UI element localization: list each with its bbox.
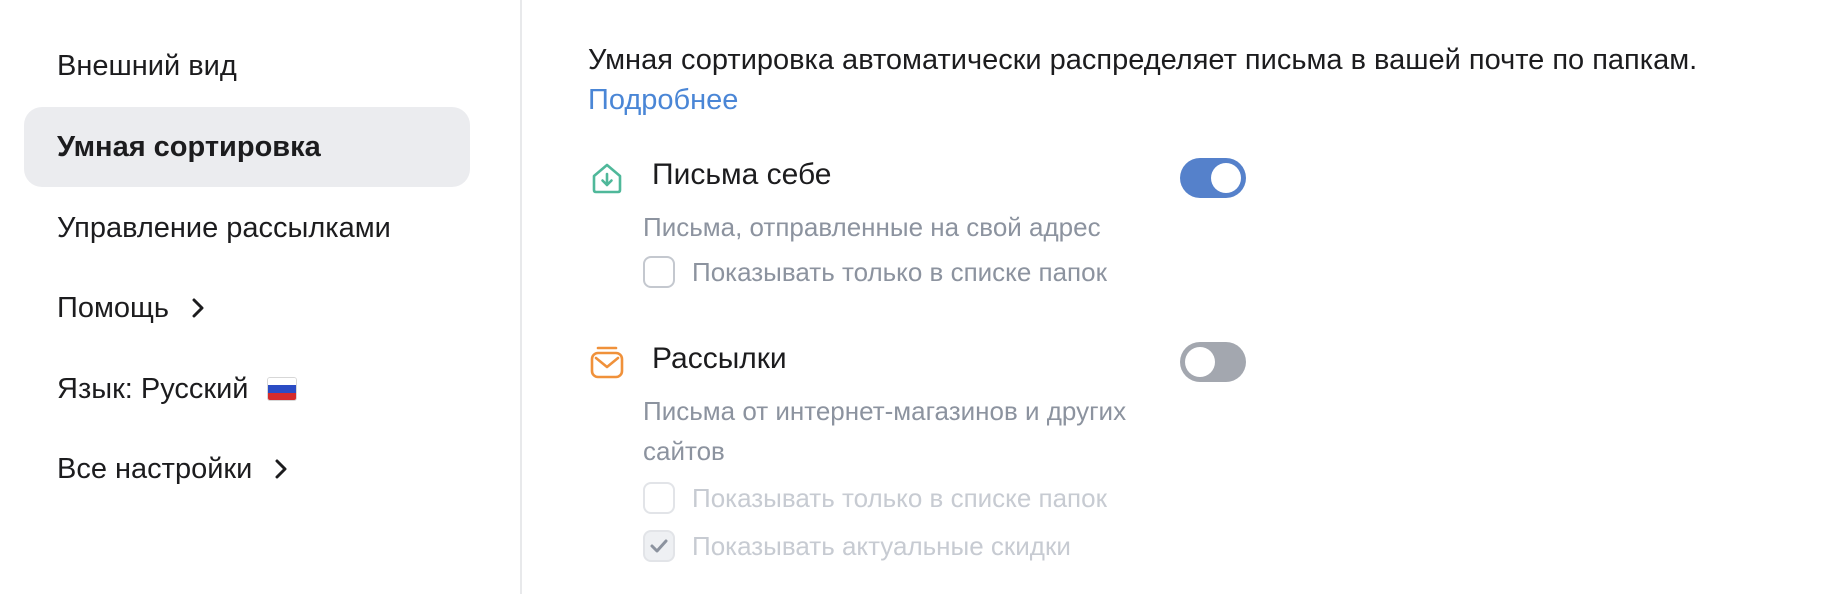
newsletter-mail-icon [588,343,626,381]
sidebar-item-all-settings[interactable]: Все настройки [24,429,470,509]
sidebar-item-newsletters[interactable]: Управление рассылками [24,188,470,268]
discounts-checkbox[interactable] [643,530,675,562]
newsletters-toggle[interactable] [1180,342,1246,382]
checkbox-label: Показывать актуальные скидки [692,530,1071,561]
section-description: Письма, отправленные на свой адрес [643,212,1101,242]
intro-block: Умная сортировка автоматически распредел… [588,40,1697,120]
sidebar-item-label: Управление рассылками [57,211,391,244]
folder-only-checkbox[interactable] [643,482,675,514]
checkbox-label: Показывать только в списке папок [692,256,1107,287]
sidebar-item-label: Умная сортировка [57,130,321,163]
chevron-right-icon [187,297,209,319]
sidebar-item-appearance[interactable]: Внешний вид [24,26,470,106]
toggle-knob [1211,163,1241,193]
toggle-knob [1185,347,1215,377]
intro-text: Умная сортировка автоматически распредел… [588,44,1698,76]
checkbox-label: Показывать только в списке папок [692,482,1107,513]
more-link[interactable]: Подробнее [588,80,1697,120]
inbox-download-icon [588,159,626,197]
sidebar-item-help[interactable]: Помощь [24,268,470,348]
section-newsletters: Рассылки Письма от интернет-магазинов и … [588,342,1248,572]
section-description: Письма от интернет-магазинов и других са… [643,396,1127,466]
sidebar-item-label: Язык: Русский [57,372,249,405]
self-letters-toggle[interactable] [1180,158,1246,198]
sidebar-item-label: Помощь [57,291,170,324]
checkmark-icon [650,539,668,553]
newsletters-discounts-option[interactable]: Показывать актуальные скидки [643,530,1071,562]
chevron-right-icon [270,458,292,480]
russia-flag-icon [266,377,297,401]
settings-sidebar: Внешний вид Умная сортировка Управление … [0,0,522,594]
newsletters-folder-only-option[interactable]: Показывать только в списке папок [643,482,1107,514]
settings-content: Умная сортировка автоматически распредел… [588,0,1846,594]
sidebar-item-label: Все настройки [57,452,253,485]
section-self-letters: Письма себе Письма, отправленные на свой… [588,158,1248,298]
sidebar-item-label: Внешний вид [57,49,237,82]
folder-only-checkbox[interactable] [643,256,675,288]
sidebar-item-smart-sorting[interactable]: Умная сортировка [24,107,470,187]
sidebar-item-language[interactable]: Язык: Русский [24,349,470,429]
section-title: Письма себе [652,158,832,191]
self-letters-folder-only-option[interactable]: Показывать только в списке папок [643,256,1107,288]
section-title: Рассылки [652,342,787,375]
